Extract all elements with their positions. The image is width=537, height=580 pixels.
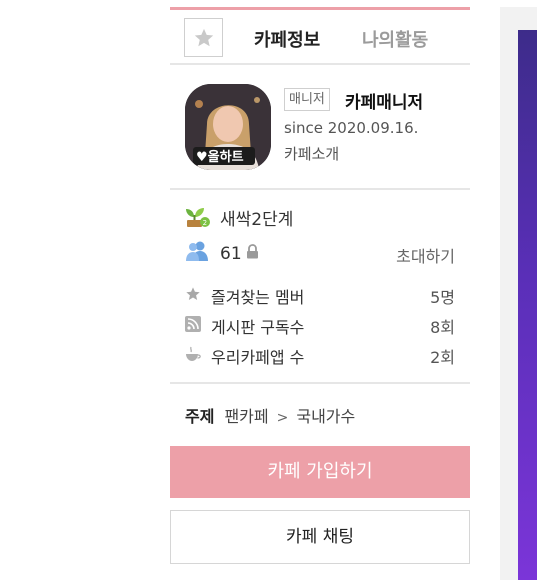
topic-separator: > <box>276 410 289 426</box>
star-icon <box>194 28 214 47</box>
topic-category[interactable]: 팬카페 <box>224 407 268 426</box>
level-label: 새싹2단계 <box>220 210 294 230</box>
manager-badge: 매니저 <box>284 88 330 111</box>
join-cafe-button[interactable]: 카페 가입하기 <box>170 446 470 498</box>
topic-subcategory[interactable]: 국내가수 <box>296 407 355 426</box>
stat-value: 2회 <box>430 348 455 367</box>
member-count: 61 <box>220 244 242 264</box>
member-row: 61 초대하기 <box>185 240 455 266</box>
since-date: since 2020.09.16. <box>284 119 419 137</box>
avatar-photo: ♥올하트 <box>185 84 271 170</box>
stat-cafe-app: 우리카페앱 수 2회 <box>185 344 455 367</box>
stat-label: 우리카페앱 수 <box>211 348 305 367</box>
stat-value: 5명 <box>430 288 455 307</box>
stat-label: 즐겨찾는 멤버 <box>211 288 305 307</box>
stat-value: 8회 <box>430 318 455 337</box>
manager-name[interactable]: 카페매니저 <box>345 88 423 113</box>
cafe-tabs: 카페정보 나의활동 <box>170 10 470 65</box>
cafe-stats: 2 새싹2단계 61 초대하기 즐겨찾는 멤버 5명 게시판 구독수 8회 우리… <box>170 190 470 384</box>
tab-my-activity[interactable]: 나의활동 <box>362 26 428 52</box>
avatar-caption: ♥올하트 <box>196 149 244 165</box>
cafe-chat-button[interactable]: 카페 채팅 <box>170 510 470 564</box>
avatar: ♥올하트 <box>185 84 271 170</box>
cafe-info-panel: 카페정보 나의활동 ♥올하트 매니저 카페매니저 since 2020.09.1… <box>170 0 470 580</box>
sprout-level-icon: 2 <box>186 208 210 227</box>
manager-profile: ♥올하트 매니저 카페매니저 since 2020.09.16. 카페소개 <box>170 65 470 190</box>
star-icon <box>186 287 200 300</box>
cafe-intro-link[interactable]: 카페소개 <box>284 143 339 164</box>
purple-banner[interactable] <box>518 30 537 580</box>
cafe-topic: 주제 팬카페 > 국내가수 <box>185 403 355 427</box>
favorite-star-button[interactable] <box>184 18 223 57</box>
topic-key: 주제 <box>185 407 215 426</box>
tab-cafe-info[interactable]: 카페정보 <box>254 26 320 52</box>
cup-icon <box>186 346 201 361</box>
lock-icon <box>247 244 258 259</box>
invite-link[interactable]: 초대하기 <box>396 243 455 267</box>
stat-favorite-members: 즐겨찾는 멤버 5명 <box>185 284 455 307</box>
stat-board-subscriptions: 게시판 구독수 8회 <box>185 314 455 337</box>
members-icon <box>186 241 208 261</box>
stat-label: 게시판 구독수 <box>211 318 305 337</box>
svg-text:2: 2 <box>203 219 207 227</box>
rss-icon <box>185 316 201 332</box>
